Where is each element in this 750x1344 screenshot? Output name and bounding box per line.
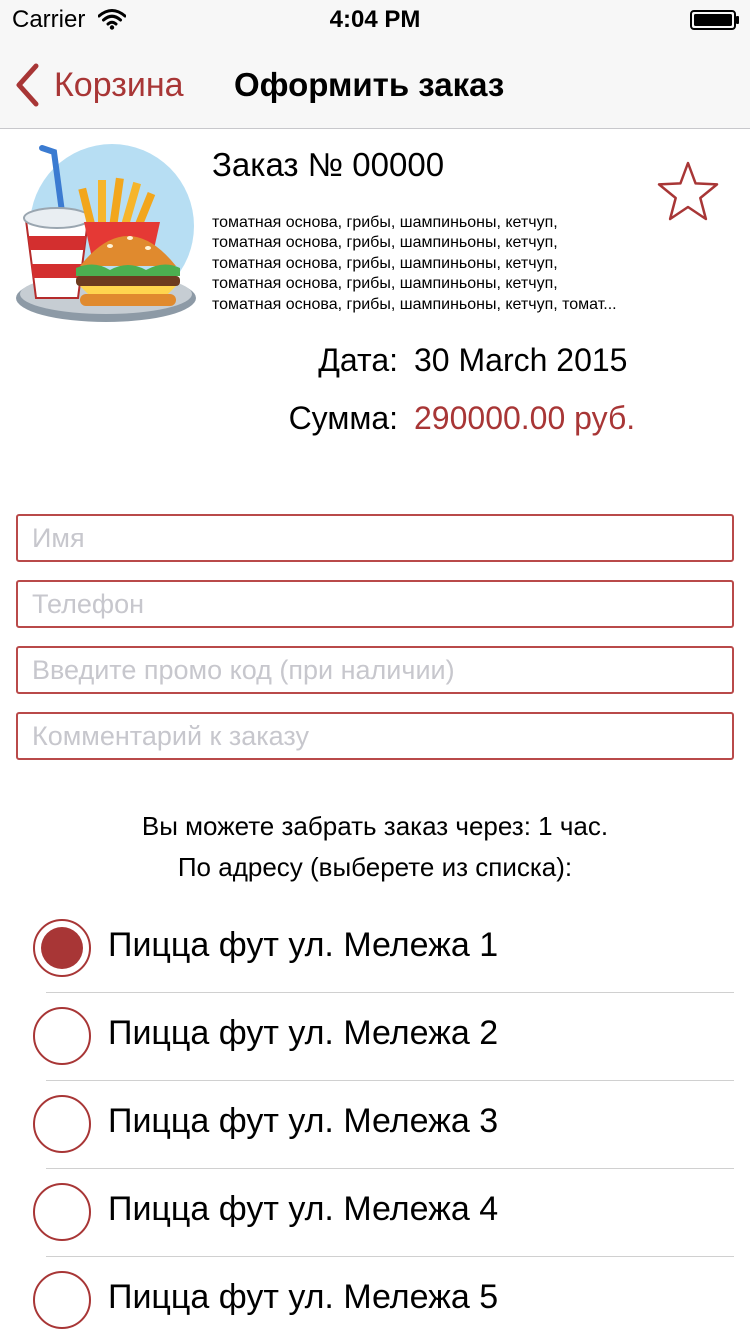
address-label: Пицца фут ул. Мележа 2 — [108, 1014, 499, 1052]
fast-food-icon — [16, 144, 196, 322]
address-label: Пицца фут ул. Мележа 5 — [108, 1278, 499, 1316]
date-label: Дата: — [318, 342, 398, 378]
status-time: 4:04 PM — [329, 6, 421, 33]
address-option-4[interactable]: Пицца фут ул. Мележа 4 — [0, 1168, 750, 1256]
description-line: томатная основа, грибы, шампиньоны, кетч… — [212, 234, 558, 252]
pickup-address-hint: По адресу (выберете из списка): — [177, 852, 573, 882]
address-option-1[interactable]: Пицца фут ул. Мележа 1 — [0, 904, 750, 992]
address-option-5[interactable]: Пицца фут ул. Мележа 5 — [0, 1256, 750, 1344]
back-label: Корзина — [54, 65, 184, 104]
sum-value: 290000.00 руб. — [414, 400, 636, 436]
page-title: Оформить заказ — [234, 66, 505, 103]
address-option-2[interactable]: Пицца фут ул. Мележа 2 — [0, 992, 750, 1080]
radio-selected-dot — [41, 927, 83, 969]
back-button[interactable]: Корзина — [14, 60, 184, 110]
description-line: томатная основа, грибы, шампиньоны, кетч… — [212, 254, 558, 272]
sum-label: Сумма: — [288, 400, 398, 436]
promo-code-field[interactable] — [16, 646, 734, 694]
date-value: 30 March 2015 — [414, 342, 628, 378]
address-label: Пицца фут ул. Мележа 3 — [108, 1102, 499, 1140]
pickup-time-text: Вы можете забрать заказ через: 1 час. — [141, 811, 609, 841]
address-label: Пицца фут ул. Мележа 1 — [108, 926, 499, 964]
radio-button-icon[interactable] — [33, 1271, 91, 1329]
order-description: томатная основа, грибы, шампиньоны, кетч… — [212, 213, 692, 315]
description-line: томатная основа, грибы, шампиньоны, кетч… — [212, 214, 558, 231]
description-line: томатная основа, грибы, шампиньоны, кетч… — [212, 295, 617, 313]
comment-field[interactable] — [16, 712, 734, 760]
description-line: томатная основа, грибы, шампиньоны, кетч… — [212, 275, 558, 293]
radio-button-icon[interactable] — [33, 1095, 91, 1153]
phone-field[interactable] — [16, 580, 734, 628]
name-field[interactable] — [16, 514, 734, 562]
battery-icon — [690, 10, 739, 30]
address-option-3[interactable]: Пицца фут ул. Мележа 3 — [0, 1080, 750, 1168]
order-title: Заказ № 00000 — [212, 146, 445, 183]
radio-button-icon[interactable] — [33, 1183, 91, 1241]
radio-button-icon[interactable] — [33, 1007, 91, 1065]
chevron-left-icon — [16, 63, 39, 107]
radio-button-icon[interactable] — [33, 919, 91, 977]
address-label: Пицца фут ул. Мележа 4 — [108, 1190, 499, 1228]
